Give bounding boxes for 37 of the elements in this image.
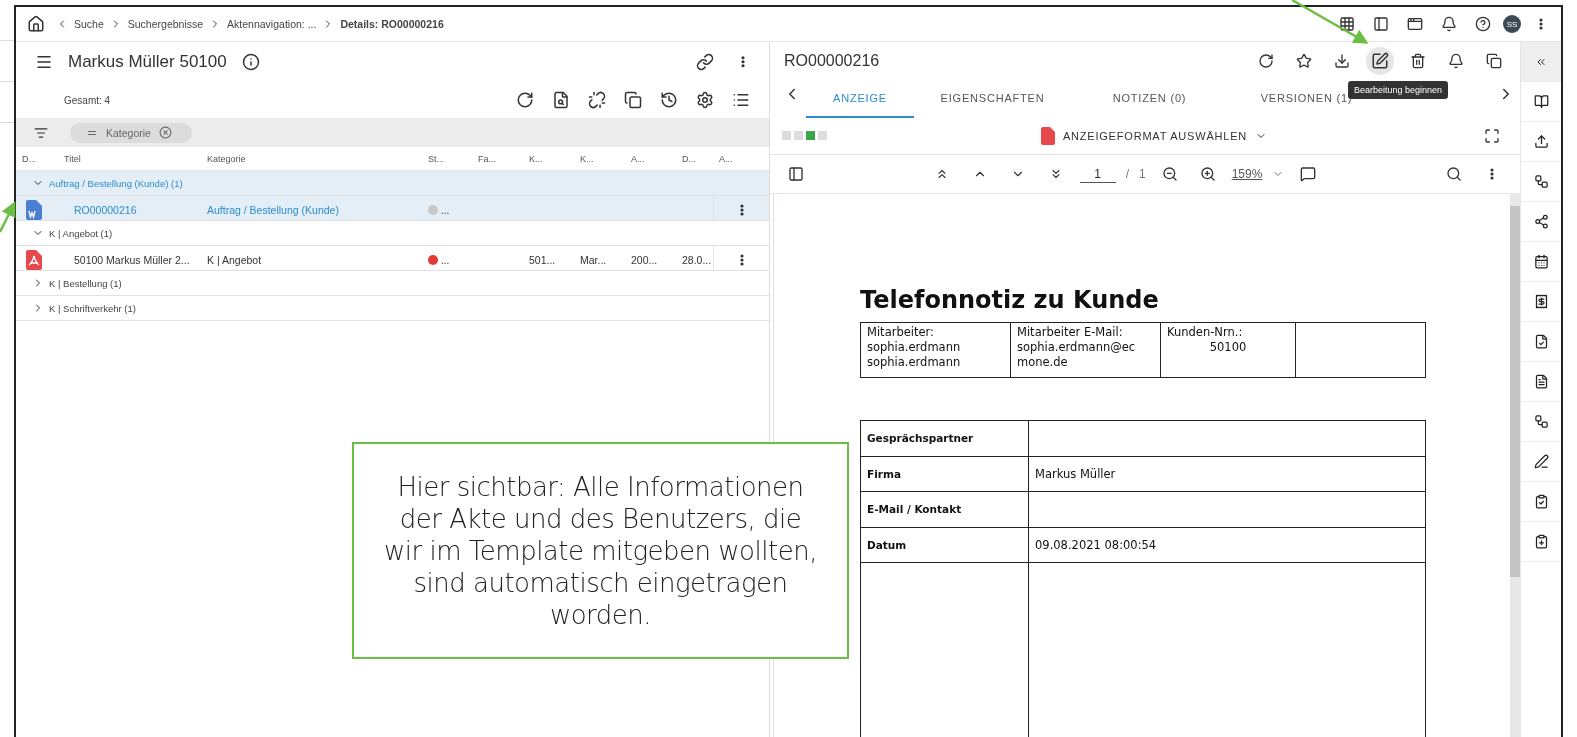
field-value: sophia.erdmann (867, 355, 962, 370)
status-text: ... (441, 254, 450, 266)
group-label: K | Schriftverkehr (1) (49, 302, 137, 314)
chip-label: Kategorie (106, 126, 151, 139)
field-label: E-Mail / Kontakt (867, 503, 962, 516)
title-cell-text: 50100 Markus Müller 2... (73, 254, 191, 266)
field-value: mone.de (1017, 355, 1069, 370)
field-value: sophia.erdmann@ec (1017, 340, 1137, 355)
field-value: 09.08.2021 08:00:54 (1035, 537, 1157, 552)
field-label: Kunden-Nrn.: (1167, 325, 1244, 340)
tooltip: Bearbeitung beginnen (1348, 81, 1449, 99)
callout-text: Hier sichtbar: Alle Informationen der Akte und des Benutzers, die wir im Template mitgeben wollten, sind automatisch eingetragen worden. (352, 442, 849, 659)
category-cell-text: K | Angebot (206, 254, 263, 266)
field-label: Mitarbeiter: (867, 325, 935, 340)
group-label: K | Angebot (1) (49, 227, 114, 239)
document-heading: Telefonnotiz zu Kunde (860, 286, 1160, 314)
field-label: Datum (867, 538, 907, 551)
field-value: 50100 (1208, 340, 1248, 355)
table-cell-text: Mar... (579, 254, 608, 266)
field-value: sophia.erdmann (867, 340, 962, 355)
document-title: RO00000216 (784, 52, 880, 70)
total-count: Gesamt: 4 (64, 94, 111, 106)
table-cell-text: 28.0... (681, 254, 713, 266)
group-label: Auftrag / Bestellung (Kunde) (1) (49, 177, 184, 189)
category-cell-text: Auftrag / Bestellung (Kunde) (206, 204, 340, 216)
file-title: Markus Müller 50100 (68, 52, 227, 72)
title-cell-text: RO00000216 (73, 204, 138, 216)
table-cell-text: 200... (630, 254, 659, 266)
table-cell-text: 501... (528, 254, 557, 266)
field-value: Markus Müller (1035, 466, 1116, 481)
field-label: Mitarbeiter E-Mail: (1017, 325, 1124, 340)
field-label: Firma (867, 467, 901, 480)
field-label: Gesprächspartner (867, 432, 974, 445)
status-text: ... (441, 204, 450, 216)
group-label: K | Bestellung (1) (49, 277, 123, 289)
page-total: 1 (1139, 167, 1146, 181)
page-separator: / (1125, 167, 1129, 181)
